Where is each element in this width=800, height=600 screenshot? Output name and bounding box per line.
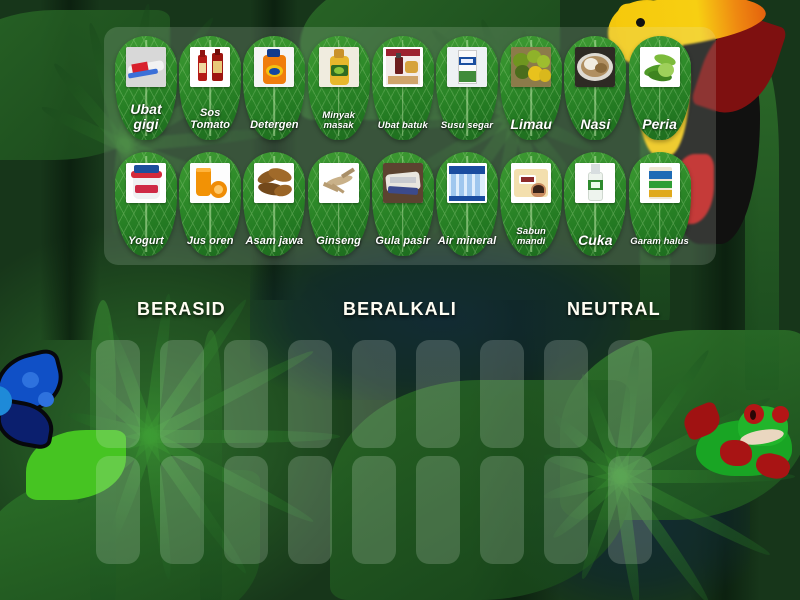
drop-slot[interactable] (96, 456, 140, 564)
tile-label: Sos Tomato (190, 107, 231, 131)
draggable-tile[interactable]: Ubat gigi (115, 36, 177, 140)
category-heading: NEUTRAL (567, 299, 661, 319)
butterfly-wing-spot (38, 392, 54, 407)
draggable-tile[interactable]: Ubat batuk (371, 36, 434, 140)
tamarind-pods-image (254, 163, 295, 203)
tile-label: Ginseng (316, 234, 361, 247)
fine-salt-packet-image (639, 163, 680, 203)
drop-slot[interactable] (480, 340, 524, 448)
draggable-tile[interactable]: Limau (500, 36, 563, 140)
draggable-tile[interactable]: Sabun mandi (500, 152, 563, 256)
tile-label: Ubat batuk (377, 120, 428, 132)
draggable-tile[interactable]: Gula pasir (371, 152, 434, 256)
plate-of-rice-image (575, 47, 616, 87)
drop-slot[interactable] (288, 456, 332, 564)
tile-label: Jus oren (186, 234, 234, 247)
draggable-tile[interactable]: Asam jawa (243, 152, 306, 256)
category-heading: BERASID (137, 299, 226, 319)
vinegar-bottle-image (575, 163, 616, 203)
drop-slot[interactable] (480, 456, 524, 564)
draggable-tile[interactable]: Sos Tomato (179, 36, 242, 140)
tile-label: Sabun mandi (516, 226, 546, 248)
activity-stage: Ubat gigi Sos Tomato Detergen Minyak mas… (0, 0, 800, 600)
fresh-milk-carton-image (447, 47, 487, 87)
drop-slot[interactable] (288, 340, 332, 448)
draggable-tile[interactable]: Detergen (243, 36, 306, 140)
yogurt-tub-image (126, 163, 166, 203)
drop-slot[interactable] (544, 456, 588, 564)
drop-slot[interactable] (160, 340, 204, 448)
drop-slot[interactable] (96, 340, 140, 448)
ginseng-root-image (318, 163, 359, 203)
category-heading: BERALKALI (343, 299, 457, 319)
draggable-tile[interactable]: Jus oren (179, 152, 242, 256)
butterfly-wing-spot (22, 372, 39, 388)
toothpaste-tube-image (126, 47, 166, 87)
tile-label: Peria (642, 115, 677, 132)
draggable-tile[interactable]: Air mineral (436, 152, 498, 256)
frog-hind-leg (720, 440, 752, 466)
frog-eye (772, 406, 789, 423)
draggable-tile[interactable]: Yogurt (115, 152, 177, 256)
drop-slot[interactable] (416, 456, 460, 564)
draggable-tile[interactable]: Nasi (564, 36, 627, 140)
tomato-sauce-bottles-image (190, 47, 231, 87)
cough-syrup-box-image (382, 47, 423, 87)
tile-label: Detergen (250, 118, 299, 131)
drop-slot[interactable] (416, 340, 460, 448)
draggable-tile[interactable]: Garam halus (628, 152, 691, 256)
orange-juice-glass-image (190, 163, 231, 203)
cooking-oil-bottle-image (318, 47, 359, 87)
drop-slot[interactable] (352, 340, 396, 448)
granulated-sugar-image (382, 163, 423, 203)
toucan-eye (636, 18, 645, 27)
detergent-bottle-image (254, 47, 295, 87)
tile-label: Cuka (578, 231, 613, 248)
drop-slot[interactable] (352, 456, 396, 564)
drop-slot[interactable] (544, 340, 588, 448)
tile-label: Garam halus (630, 236, 689, 248)
tile-label: Susu segar (440, 120, 494, 132)
tile-label: Nasi (580, 115, 611, 132)
bath-soap-bar-image (511, 163, 552, 203)
bitter-gourd-image (639, 47, 680, 87)
draggable-tile[interactable]: Ginseng (307, 152, 370, 256)
tile-label: Gula pasir (375, 234, 431, 247)
tile-label: Limau (510, 115, 553, 132)
tile-label: Asam jawa (245, 234, 304, 247)
drop-slot[interactable] (608, 456, 652, 564)
mineral-water-bottles-image (447, 163, 487, 203)
draggable-tile[interactable]: Cuka (564, 152, 627, 256)
limes-image (511, 47, 552, 87)
drop-slot[interactable] (608, 340, 652, 448)
drop-slot[interactable] (224, 456, 268, 564)
tile-label: Minyak masak (322, 110, 355, 132)
tile-label: Yogurt (128, 234, 164, 247)
frog-pupil (750, 410, 756, 420)
drop-slot[interactable] (224, 340, 268, 448)
draggable-tile[interactable]: Peria (628, 36, 691, 140)
tile-label: Air mineral (437, 234, 497, 247)
draggable-tile[interactable]: Susu segar (436, 36, 498, 140)
drop-slot[interactable] (160, 456, 204, 564)
red-eyed-tree-frog (679, 396, 794, 492)
tile-label: Ubat gigi (130, 101, 162, 132)
draggable-tile[interactable]: Minyak masak (307, 36, 370, 140)
